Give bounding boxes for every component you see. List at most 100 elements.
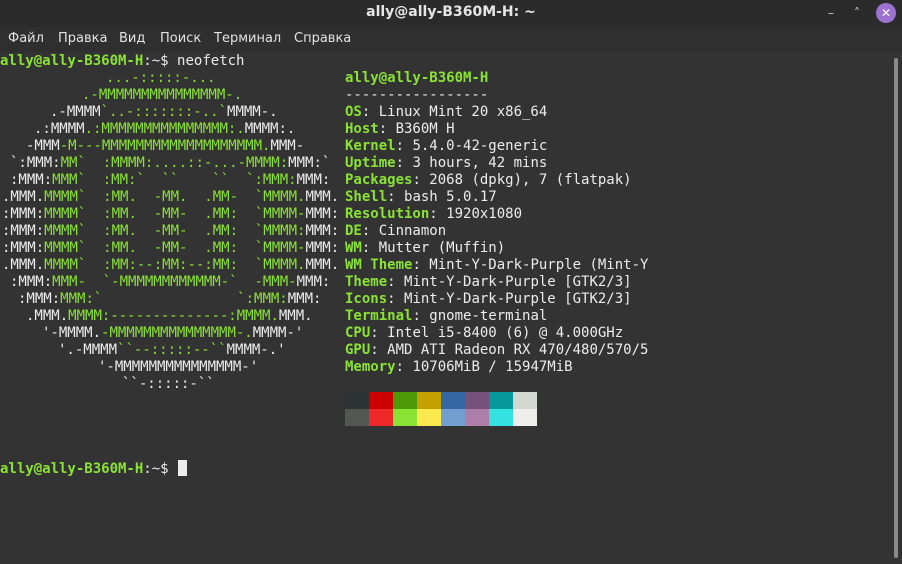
logo-segment: '.-MMMM xyxy=(58,342,118,358)
logo-line: :MMM:MMM:` `:MMM:MMM: xyxy=(18,291,321,308)
info-value: Mint-Y-Dark-Purple [GTK2/3] xyxy=(404,274,632,290)
logo-segment: MMMM` :MM. -MM- .MM: `MMMM- xyxy=(44,206,306,222)
prompt-user-host: ally@ally-B360M-H xyxy=(0,461,144,477)
logo-line: :MMM:MMMM` :MM. -MM- .MM: `MMMM-MMM: xyxy=(2,240,339,257)
palette-swatch-bright xyxy=(369,409,393,426)
palette-swatch-normal xyxy=(417,392,441,409)
info-key: Kernel xyxy=(345,138,396,154)
logo-segment: MMM: xyxy=(296,274,331,290)
logo-segment: MMMM` :MM. -MM- .MM: `MMMM: xyxy=(44,223,306,239)
info-colon: : xyxy=(412,308,430,324)
logo-segment: MMM. xyxy=(305,189,340,205)
menu-view[interactable]: Вид xyxy=(119,31,145,46)
info-value: 2068 (dpkg), 7 (flatpak) xyxy=(429,172,632,188)
info-colon: : xyxy=(378,121,396,137)
palette-swatch-bright xyxy=(441,409,465,426)
menu-help[interactable]: Справка xyxy=(294,31,351,46)
logo-segment: .-MMMMMMMMMMMMMMM-. xyxy=(82,87,243,103)
palette-swatch-bright xyxy=(393,409,417,426)
info-key: Icons xyxy=(345,291,388,307)
logo-segment: MMMM` :MM. -MM. .MM- `MMMM. xyxy=(44,189,306,205)
logo-line: ``-:::::-`` xyxy=(122,376,215,393)
info-row: WM Theme: Mint-Y-Dark-Purple (Mint-Y xyxy=(345,257,648,274)
logo-segment: -M---MMMMMMMMMMMMMMMMMMM. xyxy=(59,138,271,154)
info-key: WM Theme xyxy=(345,257,413,273)
logo-segment: :MMM: xyxy=(10,274,53,290)
logo-segment: .:MMMMMMMMMMMMMMM:. xyxy=(84,121,245,137)
info-value: 3 hours, 42 mins xyxy=(412,155,548,171)
logo-segment: MMM:` xyxy=(288,155,331,171)
info-underline: ----------------- xyxy=(345,87,488,104)
info-header: ally@ally-B360M-H xyxy=(345,70,488,87)
minimize-button[interactable]: – xyxy=(822,4,840,22)
text-cursor xyxy=(178,460,188,476)
info-colon: : xyxy=(387,274,405,290)
scrollbar-thumb[interactable] xyxy=(894,58,898,558)
title-bar[interactable]: ally@ally-B360M-H: ~ – ˄ ✕ xyxy=(0,0,902,27)
logo-line: .MMM.MMMM` :MM. -MM. .MM- `MMMM.MMM. xyxy=(2,189,339,206)
logo-segment: :MMM: xyxy=(10,172,53,188)
logo-segment: MMM. xyxy=(278,308,313,324)
logo-line: `:MMM:MM` :MMMM:....::-...-MMMM:MMM:` xyxy=(10,155,330,172)
menu-edit[interactable]: Правка xyxy=(58,31,107,46)
info-key: Uptime xyxy=(345,155,396,171)
info-row: Icons: Mint-Y-Dark-Purple [GTK2/3] xyxy=(345,291,632,308)
logo-segment: -MMM xyxy=(26,138,60,154)
info-value: Mutter (Muffin) xyxy=(378,240,506,256)
logo-line: :MMM:MMM- `-MMMMMMMMMMMM-` -MMM-MMM: xyxy=(10,274,330,291)
logo-segment: MMMM-' xyxy=(252,325,304,341)
prompt-separator: : xyxy=(143,53,152,69)
terminal-output[interactable]: ally@ally-B360M-H:~$ neofetch ...-:::::-… xyxy=(0,52,890,564)
info-colon: : xyxy=(387,189,405,205)
info-colon: : xyxy=(370,342,388,358)
logo-segment: MMM: xyxy=(305,240,340,256)
info-row: OS: Linux Mint 20 x86_64 xyxy=(345,104,547,121)
logo-segment: MMM- `-MMMMMMMMMMMM-` -MMM- xyxy=(52,274,297,290)
active-prompt-line[interactable]: ally@ally-B360M-H:~$ xyxy=(0,460,188,477)
prompt-dir: ~ xyxy=(151,53,161,69)
info-colon: : xyxy=(395,155,413,171)
scrollbar[interactable] xyxy=(890,52,902,564)
logo-segment: MMM: xyxy=(305,206,340,222)
menu-file[interactable]: Файл xyxy=(8,31,44,46)
palette-swatch-bright xyxy=(417,409,441,426)
logo-line: :MMM:MMM` :MM:` `` `` `:MMM:MMM: xyxy=(10,172,330,189)
menu-terminal[interactable]: Терминал xyxy=(214,31,281,46)
info-value: 5.4.0-42-generic xyxy=(412,138,548,154)
logo-segment: MMM: xyxy=(296,172,331,188)
info-value: Mint-Y-Dark-Purple (Mint-Y xyxy=(429,257,649,273)
info-colon: : xyxy=(361,104,379,120)
logo-segment: .MMM. xyxy=(2,189,45,205)
palette-swatch-normal xyxy=(489,392,513,409)
menu-search[interactable]: Поиск xyxy=(160,31,201,46)
info-row: WM: Mutter (Muffin) xyxy=(345,240,505,257)
info-key: WM xyxy=(345,240,362,256)
palette-swatch-bright xyxy=(513,409,537,426)
palette-swatch-bright xyxy=(345,409,369,426)
command-text: neofetch xyxy=(177,53,245,69)
logo-segment: -MMMMMMMMMMMMMMM-. xyxy=(101,325,253,341)
info-key: Terminal xyxy=(345,308,413,324)
info-row: Uptime: 3 hours, 42 mins xyxy=(345,155,547,172)
info-row: Terminal: gnome-terminal xyxy=(345,308,547,325)
info-key: Theme xyxy=(345,274,388,290)
logo-segment: :MMM: xyxy=(18,291,61,307)
logo-line: :MMM:MMMM` :MM. -MM- .MM: `MMMM:MMM: xyxy=(2,223,339,240)
logo-segment: .MMM. xyxy=(2,257,45,273)
close-button[interactable]: ✕ xyxy=(876,3,896,23)
prompt-separator: : xyxy=(143,461,152,477)
logo-segment: MMMM` :MM. -MM- .MM: `MMMM- xyxy=(44,240,306,256)
info-value: Cinnamon xyxy=(378,223,447,239)
terminal-window: ally@ally-B360M-H: ~ – ˄ ✕ Файл Правка В… xyxy=(0,0,902,564)
info-key: Packages xyxy=(345,172,413,188)
info-key: OS xyxy=(345,104,362,120)
info-colon: : xyxy=(370,325,388,341)
info-row: Packages: 2068 (dpkg), 7 (flatpak) xyxy=(345,172,632,189)
info-colon: : xyxy=(395,359,413,375)
logo-segment: MMM: xyxy=(305,223,340,239)
info-row: Host: B360M H xyxy=(345,121,455,138)
logo-line: '-MMMM.-MMMMMMMMMMMMMMM-.MMMM-' xyxy=(42,325,303,342)
info-row: Kernel: 5.4.0-42-generic xyxy=(345,138,547,155)
logo-line: .MMM.MMMM` :MM:--:MM:--:MM: `MMMM.MMM. xyxy=(2,257,339,274)
maximize-button[interactable]: ˄ xyxy=(848,4,866,22)
